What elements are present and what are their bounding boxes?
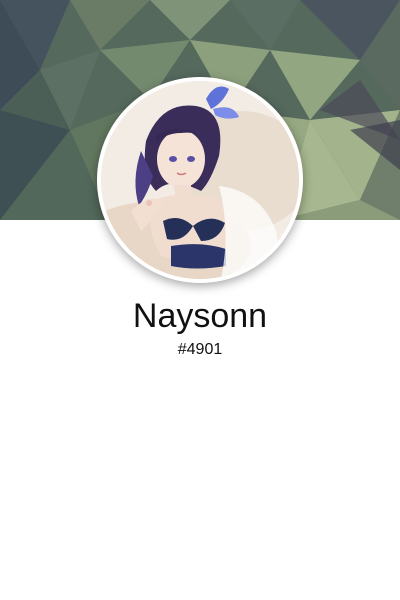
username: Naysonn: [132, 297, 268, 335]
avatar-ring: [97, 77, 303, 283]
profile-card: Naysonn #4901: [0, 0, 400, 600]
anime-character-avatar-icon: [101, 81, 299, 279]
user-discriminator: #4901: [177, 341, 223, 358]
avatar[interactable]: [101, 81, 299, 279]
